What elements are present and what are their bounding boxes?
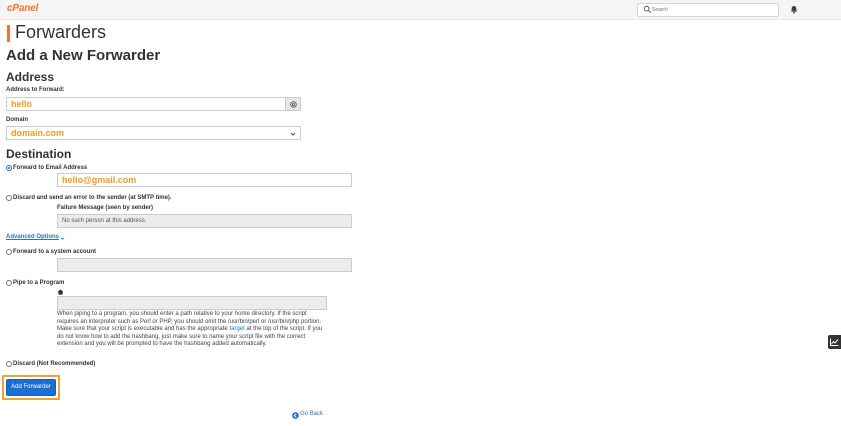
radio-system-account[interactable] — [6, 249, 12, 255]
stats-side-widget[interactable] — [828, 335, 841, 349]
email-address-value: hello@gmail.com — [62, 175, 137, 185]
chevron-down-icon[interactable] — [60, 236, 65, 241]
domain-label: Domain — [6, 117, 29, 123]
email-address-field[interactable]: hello@gmail.com — [57, 173, 352, 187]
target-link[interactable]: target — [229, 326, 244, 332]
search-box[interactable] — [637, 3, 779, 17]
pipe-help-text: When piping to a program, you should ent… — [57, 311, 325, 349]
discard-error-label[interactable]: Discard and send an error to the sender … — [13, 195, 172, 201]
arrow-left-circle-icon[interactable] — [292, 412, 299, 419]
chart-icon — [830, 338, 839, 346]
search-input[interactable] — [652, 5, 772, 15]
radio-pipe-program[interactable] — [6, 280, 12, 286]
cpanel-logo[interactable]: cPanel — [7, 3, 38, 14]
pipe-program-label[interactable]: Pipe to a Program — [13, 280, 64, 286]
at-sign-addon — [285, 97, 301, 111]
chevron-down-icon — [290, 132, 296, 136]
home-icon — [57, 289, 64, 295]
forward-address-label: Address to Forward: — [6, 87, 65, 93]
go-back-link[interactable]: Go Back — [300, 411, 323, 417]
system-account-field[interactable] — [57, 258, 352, 272]
failure-message-value: No such person at this address. — [62, 218, 147, 224]
forward-address-value: hello — [11, 99, 33, 109]
add-forwarder-button[interactable]: Add Forwarder — [6, 379, 56, 396]
radio-forward-email[interactable] — [6, 165, 12, 171]
page-title: Forwarders — [15, 22, 107, 42]
forward-email-label[interactable]: Forward to Email Address — [13, 165, 87, 171]
page-heading: Add a New Forwarder — [6, 47, 161, 64]
domain-value: domain.com — [11, 128, 65, 138]
discard-label[interactable]: Discard (Not Recommended) — [13, 361, 95, 367]
bell-icon[interactable] — [790, 5, 798, 14]
failure-message-label: Failure Message (seen by sender) — [57, 205, 154, 211]
destination-section-title: Destination — [6, 147, 72, 161]
pipe-program-field[interactable] — [57, 296, 327, 310]
at-sign-icon — [290, 101, 297, 108]
domain-select[interactable]: domain.com — [6, 126, 301, 140]
address-section-title: Address — [6, 70, 55, 84]
search-icon — [643, 5, 651, 13]
advanced-options-link[interactable]: Advanced Options — [6, 234, 59, 240]
top-bar: cPanel — [0, 0, 841, 20]
title-accent-bar — [7, 25, 10, 42]
failure-message-field[interactable]: No such person at this address. — [57, 214, 352, 228]
radio-discard[interactable] — [6, 361, 12, 367]
forward-address-field[interactable]: hello — [6, 97, 286, 111]
system-account-label[interactable]: Forward to a system account — [13, 249, 96, 255]
radio-discard-error[interactable] — [6, 195, 12, 201]
